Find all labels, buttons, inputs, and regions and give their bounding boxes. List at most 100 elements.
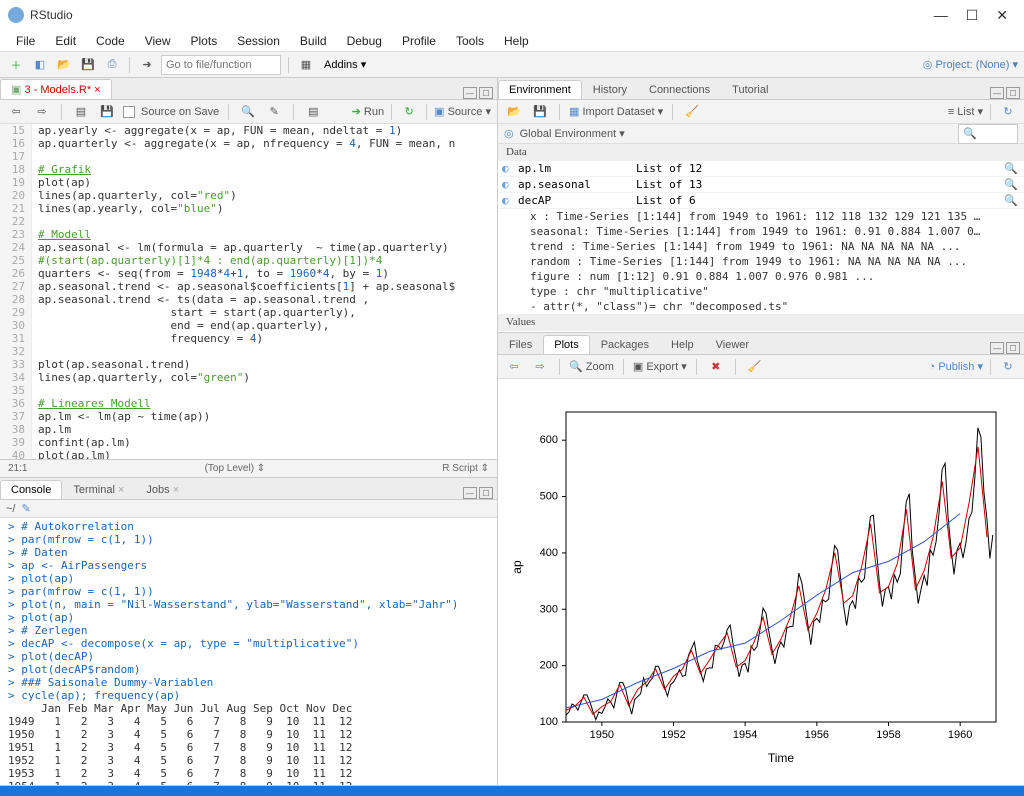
pane-maximize-icon[interactable]: ☐ bbox=[1006, 87, 1020, 99]
grid-icon[interactable]: ▦ bbox=[296, 55, 316, 75]
window-minimize-button[interactable]: — bbox=[934, 7, 948, 24]
menu-view[interactable]: View bbox=[137, 32, 179, 50]
project-menu[interactable]: ◎ Project: (None) ▾ bbox=[923, 58, 1018, 71]
refresh-env-icon[interactable]: ↻ bbox=[998, 102, 1018, 122]
env-item[interactable]: ◐ap.seasonalList of 13🔍 bbox=[498, 177, 1024, 193]
open-file-icon[interactable]: 📂 bbox=[54, 55, 74, 75]
env-item[interactable]: ◐decAPList of 6🔍 bbox=[498, 193, 1024, 209]
save-env-icon[interactable]: 💾 bbox=[530, 102, 550, 122]
menu-session[interactable]: Session bbox=[229, 32, 288, 50]
main-toolbar: ＋ ◧ 📂 💾 ⎙ ➜ ▦ Addins ▾ ◎ Project: (None)… bbox=[0, 52, 1024, 78]
svg-text:Time: Time bbox=[768, 751, 795, 765]
import-dataset-menu[interactable]: ▦ Import Dataset ▾ bbox=[569, 105, 663, 118]
zoom-button[interactable]: 🔍 Zoom bbox=[569, 360, 614, 373]
goto-file-input[interactable] bbox=[161, 55, 281, 75]
source-tab[interactable]: ▣ 3 - Models.R* × bbox=[0, 79, 112, 99]
env-item[interactable]: ◐ap.lmList of 12🔍 bbox=[498, 161, 1024, 177]
env-scope-bar: ◎ Global Environment ▾ bbox=[498, 124, 1024, 144]
back-icon[interactable]: ⇦ bbox=[6, 102, 26, 122]
console-options-icon[interactable]: ✎ bbox=[21, 502, 30, 515]
console-path: ~/ bbox=[6, 503, 15, 515]
goto-arrow-icon[interactable]: ➜ bbox=[137, 55, 157, 75]
run-button[interactable]: ➔ Run bbox=[352, 105, 384, 118]
console-tab-console[interactable]: Console bbox=[0, 480, 62, 499]
env-values-section: Values bbox=[498, 314, 1024, 331]
save-source-icon[interactable]: 💾 bbox=[97, 102, 117, 122]
menu-plots[interactable]: Plots bbox=[183, 32, 226, 50]
env-detail-line: seasonal: Time-Series [1:144] from 1949 … bbox=[498, 224, 1024, 239]
plots-tab-help[interactable]: Help bbox=[660, 335, 705, 354]
menu-help[interactable]: Help bbox=[496, 32, 537, 50]
plot-next-icon[interactable]: ⇨ bbox=[530, 357, 550, 377]
window-maximize-button[interactable]: ☐ bbox=[966, 7, 979, 24]
publish-menu[interactable]: ◔ Publish ▾ bbox=[929, 360, 983, 373]
refresh-plot-icon[interactable]: ↻ bbox=[998, 357, 1018, 377]
broom-icon[interactable]: 🧹 bbox=[682, 102, 702, 122]
menu-code[interactable]: Code bbox=[88, 32, 133, 50]
pane-minimize-icon[interactable]: — bbox=[463, 487, 477, 499]
console-output[interactable]: > # Autokorrelation > par(mfrow = c(1, 1… bbox=[0, 518, 497, 785]
source-on-save-checkbox[interactable] bbox=[123, 106, 135, 118]
svg-text:1956: 1956 bbox=[805, 729, 829, 741]
menu-edit[interactable]: Edit bbox=[47, 32, 84, 50]
source-button[interactable]: ▣ Source ▾ bbox=[434, 105, 491, 118]
menu-build[interactable]: Build bbox=[292, 32, 335, 50]
new-project-icon[interactable]: ◧ bbox=[30, 55, 50, 75]
plot-prev-icon[interactable]: ⇦ bbox=[504, 357, 524, 377]
pane-maximize-icon[interactable]: ☐ bbox=[479, 487, 493, 499]
new-file-icon[interactable]: ＋ bbox=[6, 55, 26, 75]
console-tab-terminal[interactable]: Terminal × bbox=[62, 480, 135, 499]
svg-text:400: 400 bbox=[540, 547, 558, 559]
save-icon[interactable]: 💾 bbox=[78, 55, 98, 75]
pane-minimize-icon[interactable]: — bbox=[463, 87, 477, 99]
show-in-new-icon[interactable]: ▤ bbox=[71, 102, 91, 122]
close-tab-icon[interactable]: × bbox=[94, 84, 100, 96]
plots-tab-viewer[interactable]: Viewer bbox=[705, 335, 760, 354]
plots-tabbar: FilesPlotsPackagesHelpViewer —☐ bbox=[498, 333, 1024, 355]
clear-plots-icon[interactable]: 🧹 bbox=[745, 357, 765, 377]
console-tab-jobs[interactable]: Jobs × bbox=[135, 480, 190, 499]
env-detail-line: figure : num [1:12] 0.91 0.884 1.007 0.9… bbox=[498, 269, 1024, 284]
plots-tab-files[interactable]: Files bbox=[498, 335, 543, 354]
menu-tools[interactable]: Tools bbox=[448, 32, 492, 50]
pane-maximize-icon[interactable]: ☐ bbox=[479, 87, 493, 99]
scope-selector[interactable]: (Top Level) ⇕ bbox=[205, 463, 266, 474]
env-toolbar: 📂 💾 ▦ Import Dataset ▾ 🧹 ≡ List ▾ ↻ bbox=[498, 100, 1024, 124]
code-editor[interactable]: 15 16 17 18 19 20 21 22 23 24 25 26 27 2… bbox=[0, 124, 497, 459]
window-close-button[interactable]: ✕ bbox=[996, 7, 1008, 24]
load-icon[interactable]: 📂 bbox=[504, 102, 524, 122]
plots-tab-packages[interactable]: Packages bbox=[590, 335, 660, 354]
list-view-menu[interactable]: ≡ List ▾ bbox=[948, 105, 983, 118]
env-search-input[interactable] bbox=[958, 124, 1018, 144]
wand-icon[interactable]: ✎ bbox=[264, 102, 284, 122]
compile-icon[interactable]: ▤ bbox=[303, 102, 323, 122]
env-scope-menu[interactable]: Global Environment ▾ bbox=[520, 127, 625, 140]
env-tab-environment[interactable]: Environment bbox=[498, 80, 582, 99]
source-toolbar: ⇦ ⇨ ▤ 💾 Source on Save 🔍 ✎ ▤ ➔ Run ↻ ▣ S… bbox=[0, 100, 497, 124]
menu-file[interactable]: File bbox=[8, 32, 43, 50]
pane-minimize-icon[interactable]: — bbox=[990, 342, 1004, 354]
find-icon[interactable]: 🔍 bbox=[238, 102, 258, 122]
menu-bar: FileEditCodeViewPlotsSessionBuildDebugPr… bbox=[0, 30, 1024, 52]
svg-text:1958: 1958 bbox=[876, 729, 900, 741]
remove-plot-icon[interactable]: ✖ bbox=[706, 357, 726, 377]
svg-text:100: 100 bbox=[540, 716, 558, 728]
save-all-icon[interactable]: ⎙ bbox=[102, 55, 122, 75]
forward-icon[interactable]: ⇨ bbox=[32, 102, 52, 122]
rerun-icon[interactable]: ↻ bbox=[399, 102, 419, 122]
plots-tab-plots[interactable]: Plots bbox=[543, 335, 589, 354]
env-tab-connections[interactable]: Connections bbox=[638, 80, 721, 99]
menu-profile[interactable]: Profile bbox=[394, 32, 444, 50]
pane-maximize-icon[interactable]: ☐ bbox=[1006, 342, 1020, 354]
environment-list: Data ◐ap.lmList of 12🔍◐ap.seasonalList o… bbox=[498, 144, 1024, 332]
menu-debug[interactable]: Debug bbox=[339, 32, 390, 50]
pane-minimize-icon[interactable]: — bbox=[990, 87, 1004, 99]
rstudio-logo-icon bbox=[8, 7, 24, 23]
title-bar: RStudio — ☐ ✕ bbox=[0, 0, 1024, 30]
export-menu[interactable]: ▣ Export ▾ bbox=[633, 360, 687, 373]
addins-menu[interactable]: Addins ▾ bbox=[320, 58, 370, 71]
file-type-selector[interactable]: R Script ⇕ bbox=[442, 463, 489, 474]
env-tab-history[interactable]: History bbox=[582, 80, 638, 99]
env-tab-tutorial[interactable]: Tutorial bbox=[721, 80, 779, 99]
plots-toolbar: ⇦ ⇨ 🔍 Zoom ▣ Export ▾ ✖ 🧹 ◔ Publish ▾ ↻ bbox=[498, 355, 1024, 379]
